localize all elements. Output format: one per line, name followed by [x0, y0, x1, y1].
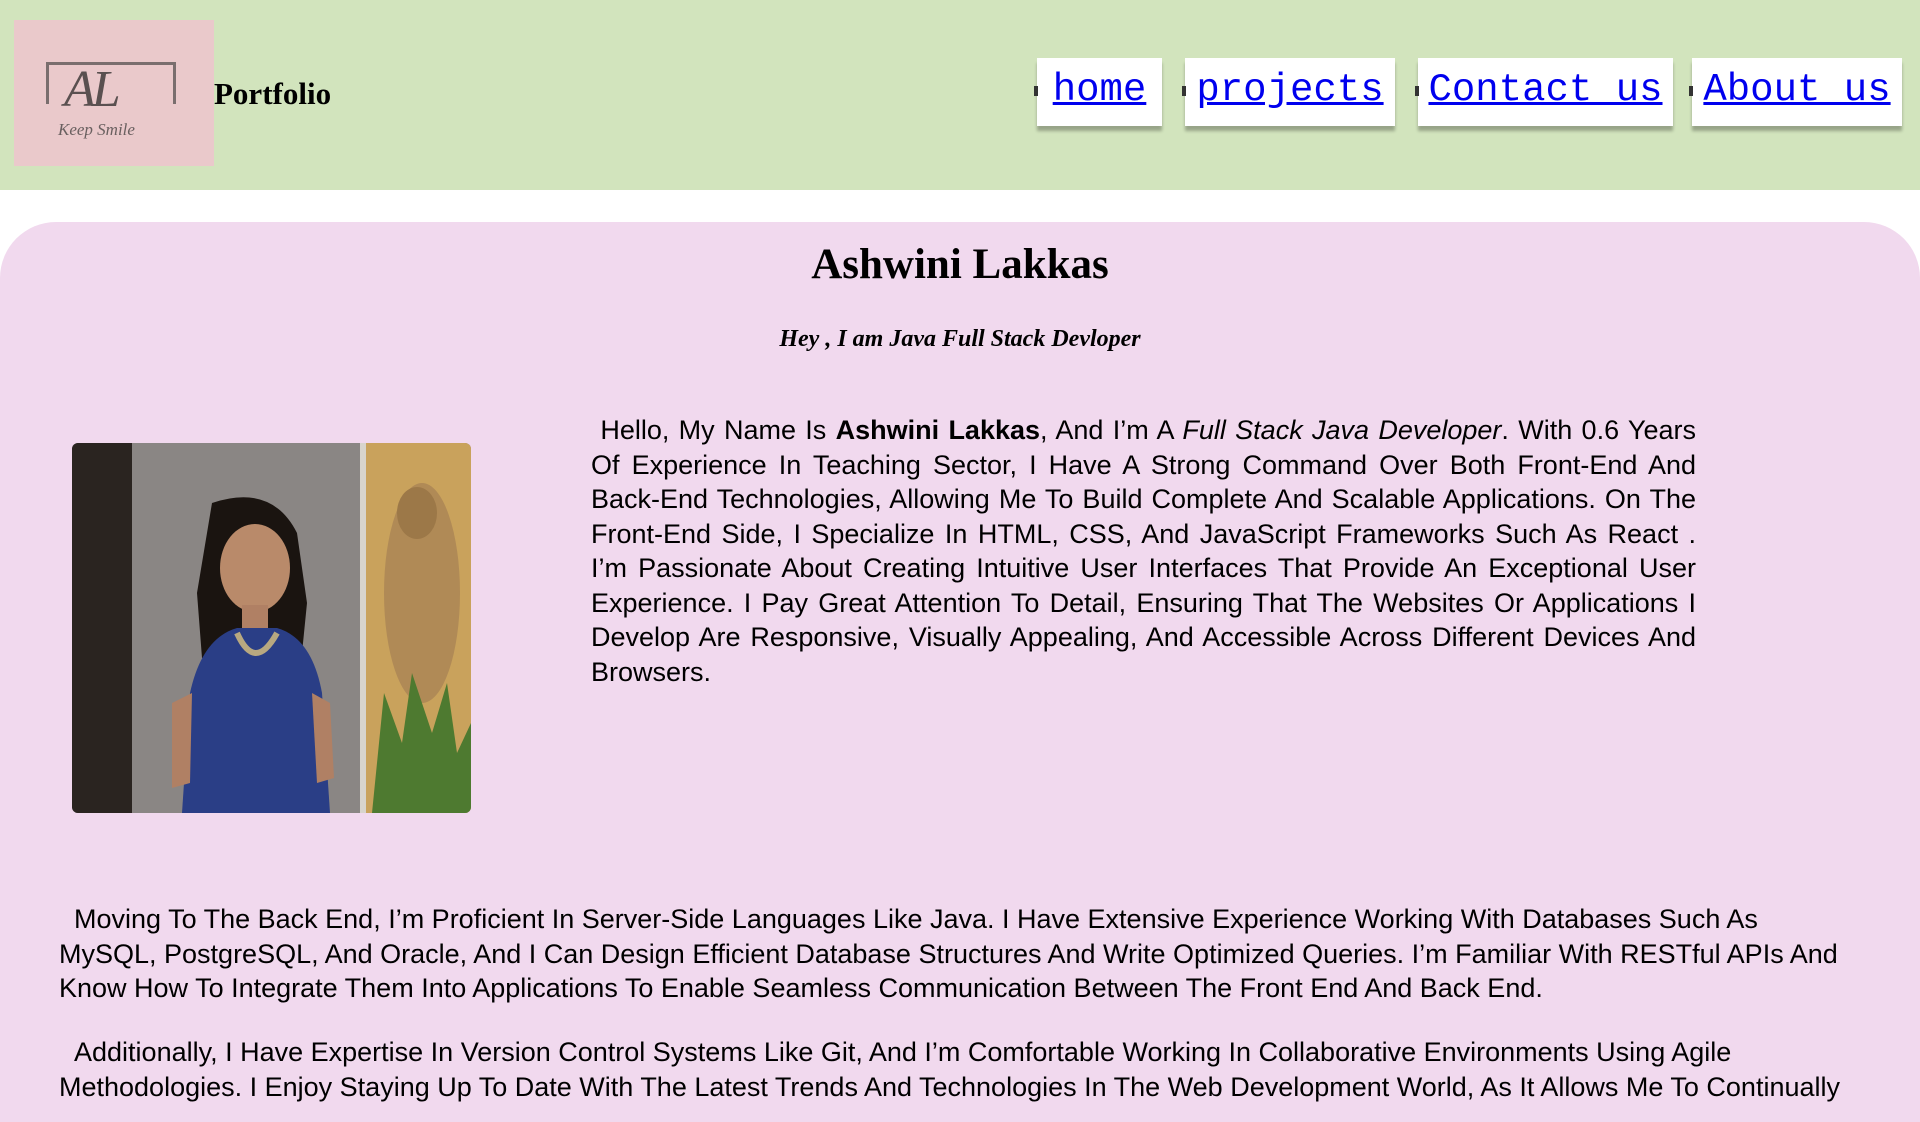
nav-home[interactable]: home [1034, 58, 1162, 126]
intro-role: Full Stack Java Developer [1182, 415, 1502, 445]
additional-paragraph: Additionally, I Have Expertise In Versio… [59, 1035, 1849, 1104]
nav-about-us-label: About us [1703, 68, 1891, 112]
intro-lead: Hello, My Name Is [600, 415, 836, 445]
intro-paragraph: Hello, My Name Is Ashwini Lakkas, And I’… [591, 413, 1696, 689]
nav-contact-us-label: Contact us [1428, 68, 1663, 112]
nav-projects-label: projects [1196, 68, 1384, 112]
profile-name: Ashwini Lakkas [811, 241, 1109, 288]
intro-name: Ashwini Lakkas [835, 415, 1041, 445]
nav-about-us[interactable]: About us [1689, 58, 1902, 126]
nav-bullet-icon [1415, 86, 1419, 96]
logo-initials: AL [64, 61, 121, 118]
profile-photo [72, 443, 471, 813]
logo[interactable]: AL Keep Smile [14, 20, 214, 166]
nav-bullet-icon [1034, 86, 1038, 96]
nav-contact-us[interactable]: Contact us [1415, 58, 1673, 126]
profile-subtitle: Hey , I am Java Full Stack Devloper [779, 326, 1141, 352]
intro-rest: . With 0.6 Years Of Experience In Teachi… [591, 415, 1696, 687]
nav-home-label: home [1052, 68, 1147, 112]
intro-mid: , And I’m A [1040, 415, 1183, 445]
backend-paragraph: Moving To The Back End, I’m Proficient I… [59, 902, 1849, 1006]
nav-projects[interactable]: projects [1182, 58, 1395, 126]
brand-title: Portfolio [214, 76, 332, 111]
site-header: AL Keep Smile Portfolio home projects Co… [0, 0, 1920, 190]
nav-bullet-icon [1689, 86, 1693, 96]
logo-tagline: Keep Smile [58, 120, 135, 139]
backend-text: Moving To The Back End, I’m Proficient I… [59, 904, 1838, 1003]
additional-text: Additionally, I Have Expertise In Versio… [59, 1037, 1840, 1102]
nav-bullet-icon [1182, 86, 1186, 96]
